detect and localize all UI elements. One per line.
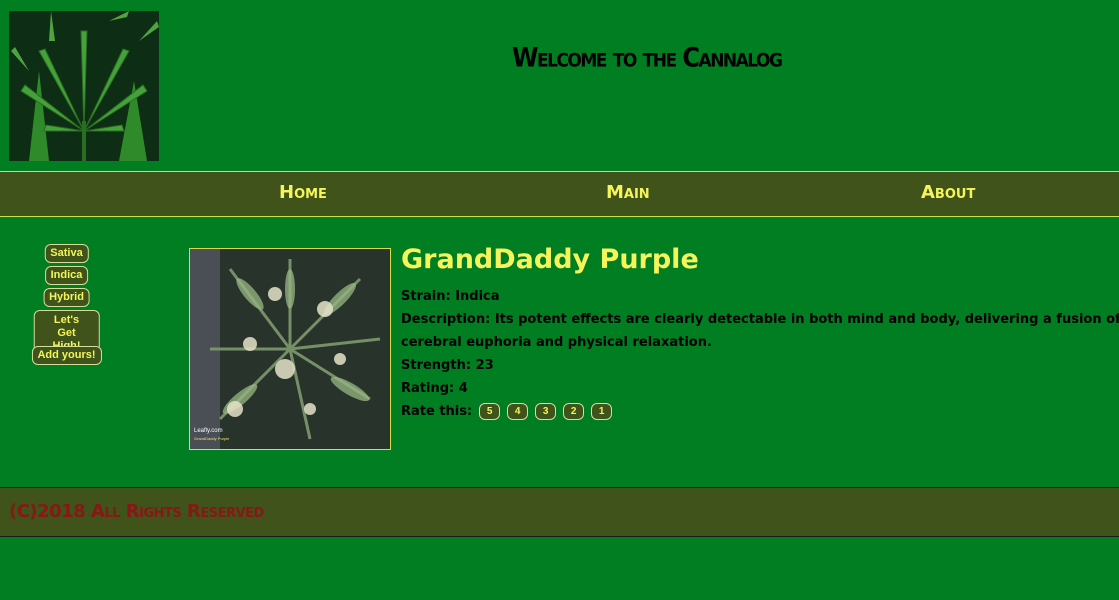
nav-about[interactable]: About: [921, 182, 975, 203]
copyright-text: (C)2018 All Rights Reserved: [9, 501, 264, 522]
description-line: Description: Its potent effects are clea…: [401, 308, 1119, 354]
strength-value: 23: [475, 358, 494, 373]
cannabis-leaf-icon: [9, 11, 159, 161]
main-nav: Home Main About: [0, 171, 1119, 217]
image-subcaption: GrandDaddy Purple: [194, 436, 230, 441]
strength-label: Strength:: [401, 358, 472, 373]
strain-photo: Leafly.com GrandDaddy Purple: [189, 248, 391, 450]
image-caption: Leafly.com: [194, 428, 223, 434]
rate-label: Rate this:: [401, 404, 473, 419]
strain-type-value: Indica: [455, 289, 500, 304]
rate-2-button[interactable]: 2: [563, 403, 585, 420]
strain-type-label: Strain:: [401, 289, 451, 304]
strain-name: GrandDaddy Purple: [401, 244, 699, 275]
strength-line: Strength: 23: [401, 354, 1119, 377]
logo-image: [9, 11, 159, 161]
rate-3-button[interactable]: 3: [535, 403, 557, 420]
sativa-button[interactable]: Sativa: [44, 244, 89, 263]
rating-value: 4: [458, 381, 468, 396]
hybrid-button[interactable]: Hybrid: [43, 288, 90, 307]
page-title: Welcome to the Cannalog: [512, 42, 783, 74]
description-value: Its potent effects are clearly detectabl…: [401, 312, 1119, 350]
footer: (C)2018 All Rights Reserved: [0, 487, 1119, 537]
nav-home[interactable]: Home: [279, 182, 327, 203]
rate-5-button[interactable]: 5: [479, 403, 501, 420]
description-label: Description:: [401, 312, 491, 327]
rating-label: Rating:: [401, 381, 455, 396]
strain-details: Strain: Indica Description: Its potent e…: [401, 285, 1119, 423]
rate-4-button[interactable]: 4: [507, 403, 529, 420]
add-yours-button[interactable]: Add yours!: [31, 346, 102, 365]
nav-main[interactable]: Main: [606, 182, 650, 203]
rating-line: Rating: 4: [401, 377, 1119, 400]
indica-button[interactable]: Indica: [44, 266, 89, 285]
strain-type-line: Strain: Indica: [401, 285, 1119, 308]
rate-row: Rate this: 5 4 3 2 1: [401, 400, 1119, 423]
rate-1-button[interactable]: 1: [591, 403, 613, 420]
